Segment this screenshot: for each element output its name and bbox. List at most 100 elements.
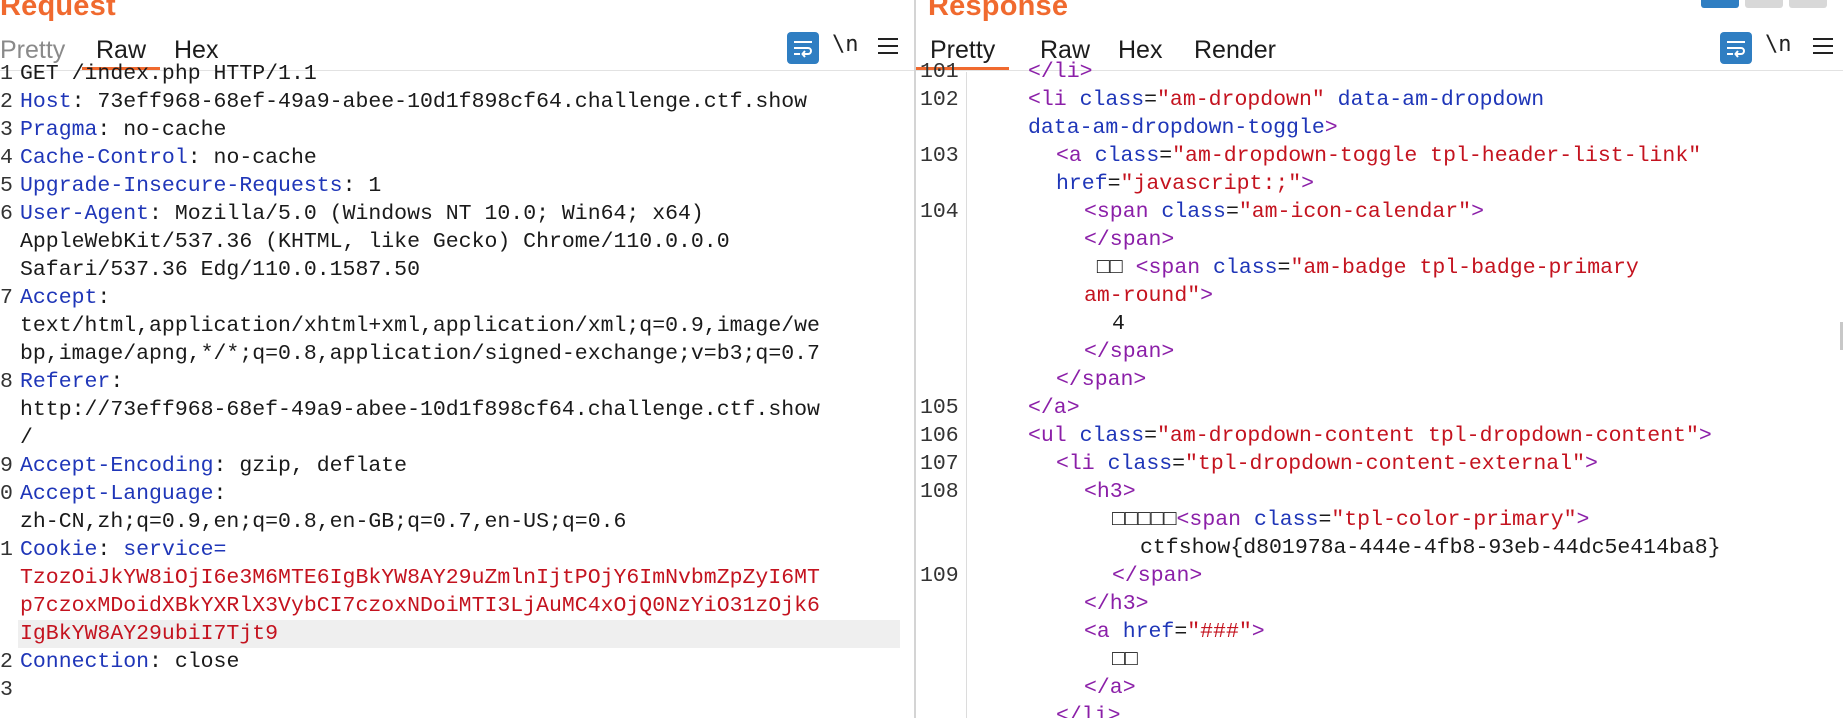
line-number: 1	[0, 62, 13, 86]
code-token: <span	[1135, 256, 1214, 280]
line-number: 8	[0, 370, 13, 394]
response-line: </span>	[1084, 226, 1174, 254]
header-name: Accept-Encoding	[20, 454, 214, 478]
line-number: 106	[920, 424, 959, 448]
code-token: =	[1172, 452, 1186, 476]
code-token: "###"	[1187, 620, 1252, 644]
response-tab-render[interactable]: Render	[1180, 30, 1290, 70]
request-line: Safari/537.36 Edg/110.0.1587.50	[20, 256, 420, 284]
layout-tabs-icon[interactable]	[1789, 0, 1827, 8]
code-token: <li	[1028, 88, 1080, 112]
line-number: 108	[920, 480, 959, 504]
hamburger-menu-icon[interactable]	[1813, 38, 1833, 56]
code-token: <a	[1056, 144, 1095, 168]
code-token: data-am-dropdown	[1324, 88, 1545, 112]
line-number: 9	[0, 454, 13, 478]
response-line: <li class="am-dropdown" data-am-dropdown	[1028, 86, 1544, 114]
header-name: Accept-Language	[20, 482, 214, 506]
request-line: AppleWebKit/537.36 (KHTML, like Gecko) C…	[20, 228, 730, 256]
line-number: 0	[0, 482, 13, 506]
newline-toggle[interactable]: \n	[832, 32, 859, 57]
response-line: </li>	[1028, 58, 1093, 86]
response-line: <ul class="am-dropdown-content tpl-dropd…	[1028, 422, 1712, 450]
response-line: am-round">	[1084, 282, 1213, 310]
header-value: : 73eff968-68ef-49a9-abee-10d1f898cf64.c…	[71, 90, 808, 114]
request-line: User-Agent: Mozilla/5.0 (Windows NT 10.0…	[20, 200, 704, 228]
code-token: =	[1277, 256, 1291, 280]
header-value: :	[213, 482, 227, 506]
code-token: href	[1122, 620, 1175, 644]
layout-side-by-side-icon[interactable]	[1701, 0, 1739, 8]
response-line: </a>	[1084, 674, 1136, 702]
layout-vertical-icon[interactable]	[1745, 0, 1783, 8]
code-token: =	[1107, 172, 1121, 196]
request-line: Cache-Control: no-cache	[20, 144, 317, 172]
header-value: : gzip, deflate	[213, 454, 408, 478]
newline-toggle[interactable]: \n	[1765, 32, 1792, 57]
request-editor[interactable]: 1 GET /index.php HTTP/1.1 2 Host: 73eff968-…	[0, 62, 914, 718]
line-number: 7	[0, 286, 13, 310]
code-token: "am-badge tpl-badge-primary	[1290, 256, 1639, 280]
code-token: class	[1094, 144, 1160, 168]
response-tab-hex[interactable]: Hex	[1104, 30, 1176, 70]
code-token: </span>	[1112, 564, 1203, 588]
code-token: >	[1301, 172, 1315, 196]
response-line: 4	[1112, 310, 1125, 338]
request-line: http://73eff968-68ef-49a9-abee-10d1f898c…	[20, 396, 820, 424]
header-value: : Mozilla/5.0 (Windows NT 10.0; Win64; x…	[149, 202, 704, 226]
code-token: <h3>	[1084, 480, 1136, 504]
request-line: zh-CN,zh;q=0.9,en;q=0.8,en-GB;q=0.7,en-U…	[20, 508, 626, 536]
request-line: p7czoxMDoidXBkYXRlX3VybCI7czoxNDoiMTI3Lj…	[20, 592, 820, 620]
code-token: </li>	[1056, 704, 1121, 718]
request-line: Cookie: service=	[20, 536, 226, 564]
response-line: <span class="am-icon-calendar">	[1084, 198, 1484, 226]
header-name: Cookie	[20, 538, 98, 562]
word-wrap-icon[interactable]	[787, 32, 819, 64]
line-text: zh-CN,zh;q=0.9,en;q=0.8,en-GB;q=0.7,en-U…	[20, 510, 627, 534]
code-token: >	[1585, 452, 1598, 476]
code-token: </a>	[1028, 396, 1080, 420]
response-title: Response	[928, 0, 1069, 22]
code-token: class	[1107, 452, 1173, 476]
request-line: IgBkYW8AY29ubiI7Tjt9	[20, 620, 278, 648]
code-token: =	[1159, 144, 1173, 168]
line-text: GET /index.php HTTP/1.1	[20, 62, 317, 86]
code-token: =	[1225, 200, 1239, 224]
code-token: class	[1079, 88, 1145, 112]
request-line: Host: 73eff968-68ef-49a9-abee-10d1f898cf…	[20, 88, 807, 116]
code-token: class	[1253, 508, 1319, 532]
code-token: >	[1698, 424, 1712, 448]
line-number: 102	[920, 88, 959, 112]
response-line: </a>	[1028, 394, 1080, 422]
code-token: =	[1174, 620, 1188, 644]
header-value: : no-cache	[187, 146, 317, 170]
response-editor[interactable]: 101 </li> 102 <li class="am-dropdown" data-…	[916, 60, 1843, 718]
header-value: : close	[149, 650, 240, 674]
response-line: </h3>	[1084, 590, 1149, 618]
code-token: </a>	[1084, 676, 1136, 700]
code-token: =	[1318, 508, 1332, 532]
code-token: >	[1251, 620, 1265, 644]
header-value: :	[97, 538, 124, 562]
word-wrap-icon[interactable]	[1720, 32, 1752, 64]
header-name: Connection	[20, 650, 150, 674]
response-line: <li class="tpl-dropdown-content-external…	[1056, 450, 1598, 478]
code-token: "tpl-dropdown-content-external"	[1185, 452, 1585, 476]
line-number: 5	[0, 174, 13, 198]
line-number: 4	[0, 146, 13, 170]
code-token: <span	[1176, 508, 1254, 532]
cookie-value: p7czoxMDoidXBkYXRlX3VybCI7czoxNDoiMTI3Lj…	[20, 594, 820, 618]
header-name: Accept	[20, 286, 98, 310]
line-number: 1	[0, 538, 13, 562]
code-token: >	[1324, 116, 1338, 140]
line-text: Safari/537.36 Edg/110.0.1587.50	[20, 258, 420, 282]
request-line: Connection: close	[20, 648, 239, 676]
response-line: </span>	[1112, 562, 1202, 590]
header-value: :	[110, 370, 124, 394]
code-token: am-round"	[1084, 284, 1201, 308]
line-number: 101	[920, 60, 959, 84]
request-line: GET /index.php HTTP/1.1	[20, 60, 317, 88]
code-token: class	[1161, 200, 1226, 224]
hamburger-menu-icon[interactable]	[878, 38, 898, 56]
header-name: Pragma	[20, 118, 98, 142]
